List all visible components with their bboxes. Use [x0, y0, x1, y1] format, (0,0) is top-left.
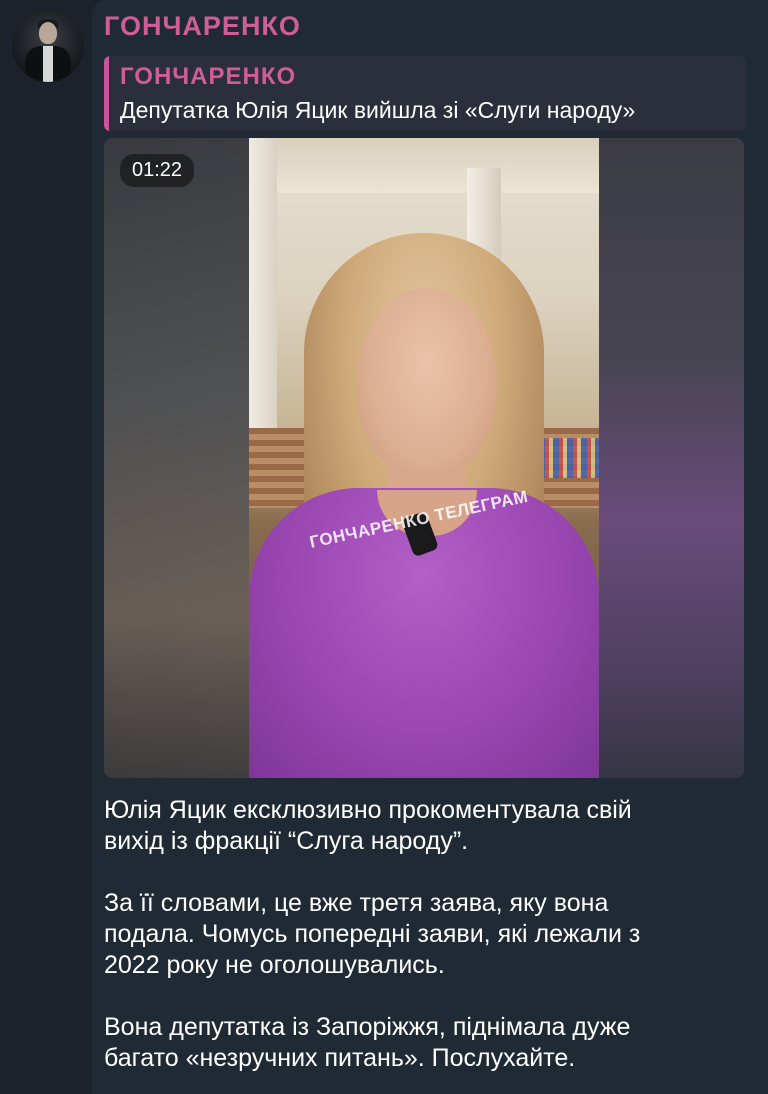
reply-accent-bar: [104, 56, 109, 131]
sender-name[interactable]: ГОНЧАРЕНКО: [104, 11, 301, 42]
reply-preview[interactable]: ГОНЧАРЕНКО Депутатка Юлія Яцик вийшла зі…: [104, 56, 746, 131]
chat-view: ГОНЧАРЕНКО ГОНЧАРЕНКО Депутатка Юлія Яци…: [0, 0, 768, 1094]
video-frame: [249, 138, 599, 778]
avatar-head: [39, 22, 57, 44]
message-paragraph: Юлія Яцик ексклюзивно прокоментувала сві…: [104, 795, 744, 857]
video-blur-right: [599, 138, 744, 778]
message-line: вихід із фракції “Слуга народу”.: [104, 827, 469, 855]
hall-seats: [539, 438, 599, 478]
video-blur-left: [104, 138, 249, 778]
message-line: подала. Чомусь попередні заяви, які лежа…: [104, 920, 641, 948]
message-line: Юлія Яцик ексклюзивно прокоментувала сві…: [104, 796, 632, 824]
message-line: За її словами, це вже третя заява, яку в…: [104, 889, 609, 917]
message-paragraph: Вона депутатка із Запоріжжя, піднімала д…: [104, 1012, 744, 1074]
reply-sender-name: ГОНЧАРЕНКО: [120, 63, 297, 90]
hall-column-left: [249, 138, 277, 438]
message-line: Вона депутатка із Запоріжжя, піднімала д…: [104, 1013, 631, 1041]
hall-ceiling: [277, 138, 599, 193]
message-paragraph: За її словами, це вже третя заява, яку в…: [104, 888, 744, 981]
message-line: багато «незручних питань». Послухайте.: [104, 1044, 576, 1072]
avatar-shirt: [43, 46, 53, 82]
person-face: [357, 288, 497, 478]
message-line: 2022 року не оголошувались.: [104, 951, 445, 979]
channel-avatar[interactable]: [12, 10, 84, 82]
video-duration-badge: 01:22: [120, 154, 195, 187]
message-text: Юлія Яцик ексклюзивно прокоментувала сві…: [104, 795, 744, 1094]
video-player[interactable]: ГОНЧАРЕНКО ТЕЛЕГРАМ 01:22: [104, 138, 744, 778]
reply-text: Депутатка Юлія Яцик вийшла зі «Слуги нар…: [120, 97, 636, 123]
